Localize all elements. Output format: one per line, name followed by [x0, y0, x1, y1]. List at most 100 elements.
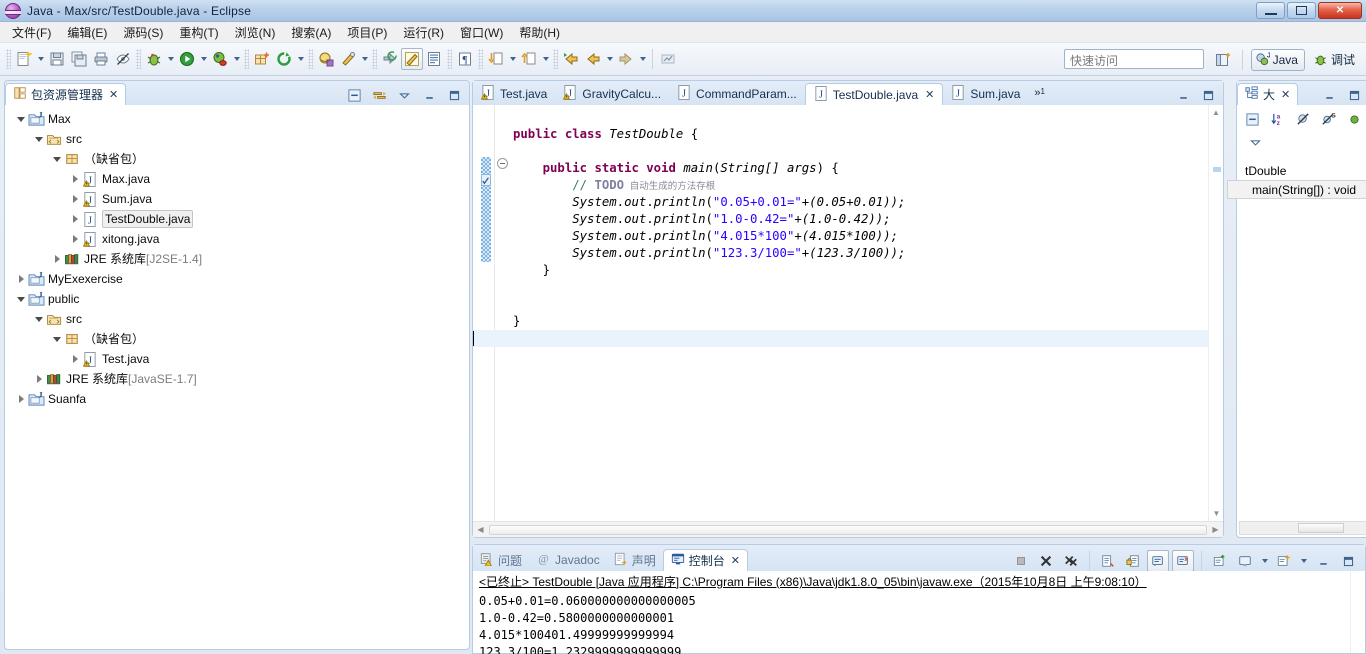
- outline-item-1[interactable]: main(String[]) : void: [1227, 180, 1366, 199]
- launch-description[interactable]: <已终止> TestDouble [Java 应用程序] C:\Program …: [479, 573, 1361, 590]
- collapse-arrow-icon[interactable]: [69, 349, 81, 369]
- back-dropdown-icon[interactable]: [604, 48, 615, 70]
- close-icon[interactable]: ✕: [109, 88, 118, 101]
- save-all-icon[interactable]: [68, 48, 90, 70]
- sort-icon[interactable]: az: [1267, 108, 1288, 130]
- new-java-package-icon[interactable]: [251, 48, 273, 70]
- minimize-icon[interactable]: [1318, 84, 1340, 106]
- tree-item-testdouble.java[interactable]: JTestDouble.java: [5, 209, 469, 229]
- collapse-arrow-icon[interactable]: [15, 389, 27, 409]
- tree-item-src[interactable]: src: [5, 129, 469, 149]
- show-console-on-error-icon[interactable]: x: [1172, 550, 1194, 572]
- java-perspective-toggle-icon[interactable]: [401, 48, 423, 70]
- expand-arrow-icon[interactable]: [15, 109, 27, 129]
- menu-edit[interactable]: 编辑(E): [59, 22, 115, 43]
- collapse-arrow-icon[interactable]: [51, 249, 63, 269]
- menu-project[interactable]: 项目(P): [339, 22, 395, 43]
- tree-item-[interactable]: （缺省包）: [5, 329, 469, 349]
- editor-tab-testdoublejava[interactable]: JTestDouble.java✕: [805, 83, 944, 105]
- run-dropdown-icon[interactable]: [198, 48, 209, 70]
- fold-collapse-icon[interactable]: [497, 158, 508, 169]
- external-tools-dropdown-icon[interactable]: [295, 48, 306, 70]
- print-icon[interactable]: [90, 48, 112, 70]
- annotation-icon[interactable]: [657, 48, 679, 70]
- editor-tab-gravitycalcu[interactable]: JGravityCalcu...: [555, 83, 669, 105]
- source-code[interactable]: public class TestDouble { public static …: [513, 109, 1207, 521]
- next-annotation-icon[interactable]: [379, 48, 401, 70]
- minimize-icon[interactable]: [418, 84, 440, 106]
- menu-navigate[interactable]: 浏览(N): [227, 22, 284, 43]
- tree-item-sum.java[interactable]: JSum.java: [5, 189, 469, 209]
- open-console-icon[interactable]: [1209, 550, 1231, 572]
- console-vertical-scrollbar[interactable]: [1350, 571, 1365, 653]
- debug-icon[interactable]: [143, 48, 165, 70]
- view-menu-icon[interactable]: [393, 84, 415, 106]
- expand-arrow-icon[interactable]: [33, 129, 45, 149]
- next-member-icon[interactable]: [485, 48, 507, 70]
- minimize-icon[interactable]: [1172, 84, 1194, 106]
- editor-tab-commandparam[interactable]: JCommandParam...: [669, 83, 805, 105]
- forward-dropdown-icon[interactable]: [637, 48, 648, 70]
- pin-console-icon[interactable]: [1273, 550, 1295, 572]
- coverage-icon[interactable]: [209, 48, 231, 70]
- link-with-editor-icon[interactable]: [368, 84, 390, 106]
- tree-item-[interactable]: （缺省包）: [5, 149, 469, 169]
- close-button[interactable]: ✕: [1318, 2, 1362, 19]
- expand-arrow-icon[interactable]: [15, 289, 27, 309]
- maximize-icon[interactable]: [1337, 550, 1359, 572]
- tree-item-max.java[interactable]: JMax.java: [5, 169, 469, 189]
- close-icon[interactable]: ✕: [1281, 88, 1290, 101]
- collapse-arrow-icon[interactable]: [69, 189, 81, 209]
- search-dropdown-icon[interactable]: [359, 48, 370, 70]
- view-menu-icon[interactable]: [1244, 131, 1266, 153]
- minimize-icon[interactable]: [1312, 550, 1334, 572]
- scroll-down-icon[interactable]: ▼: [1209, 506, 1223, 521]
- scroll-left-icon[interactable]: ◀: [473, 525, 488, 534]
- pin-console-dropdown-icon[interactable]: [1298, 550, 1309, 572]
- close-icon[interactable]: ✕: [925, 88, 934, 101]
- collapse-arrow-icon[interactable]: [33, 369, 45, 389]
- tree-item-src[interactable]: src: [5, 309, 469, 329]
- tree-item-max[interactable]: JMax: [5, 109, 469, 129]
- previous-member-dropdown-icon[interactable]: [540, 48, 551, 70]
- toggle-mark-occurrences-icon[interactable]: [112, 48, 134, 70]
- scroll-right-icon[interactable]: ▶: [1208, 525, 1223, 534]
- hide-nonpublic-icon[interactable]: [1344, 108, 1365, 130]
- tab-outline[interactable]: 大 ✕: [1237, 83, 1298, 105]
- menu-source[interactable]: 源码(S): [115, 22, 171, 43]
- tree-item-myexexercise[interactable]: JMyExexercise: [5, 269, 469, 289]
- maximize-icon[interactable]: [443, 84, 465, 106]
- console-tab-[interactable]: 问题: [473, 549, 529, 571]
- tree-item-test.java[interactable]: JTest.java: [5, 349, 469, 369]
- back-icon[interactable]: [582, 48, 604, 70]
- tree-item-xitong.java[interactable]: Jxitong.java: [5, 229, 469, 249]
- console-tab-javadoc[interactable]: @Javadoc: [529, 549, 607, 571]
- hide-fields-icon[interactable]: [1293, 108, 1314, 130]
- code-editor[interactable]: public class TestDouble { public static …: [473, 105, 1223, 537]
- collapse-arrow-icon[interactable]: [69, 229, 81, 249]
- menu-run[interactable]: 运行(R): [395, 22, 452, 43]
- close-icon[interactable]: ✕: [731, 554, 740, 567]
- outline-horizontal-scrollbar[interactable]: [1239, 521, 1366, 535]
- terminate-icon[interactable]: [1010, 550, 1032, 572]
- show-console-on-output-icon[interactable]: [1147, 550, 1169, 572]
- search-icon[interactable]: [337, 48, 359, 70]
- tree-item-suanfa[interactable]: JSuanfa: [5, 389, 469, 409]
- scroll-lock-icon[interactable]: [1122, 550, 1144, 572]
- tree-item-jre[interactable]: JRE 系统库 [JavaSE-1.7]: [5, 369, 469, 389]
- forward-icon[interactable]: [615, 48, 637, 70]
- minimize-button[interactable]: [1256, 2, 1285, 19]
- perspective-java-button[interactable]: J Java: [1251, 49, 1305, 71]
- menu-search[interactable]: 搜索(A): [283, 22, 339, 43]
- perspective-debug-button[interactable]: 调试: [1309, 49, 1362, 71]
- save-icon[interactable]: [46, 48, 68, 70]
- previous-edit-icon[interactable]: [560, 48, 582, 70]
- editor-horizontal-scrollbar[interactable]: ◀ ▶: [473, 521, 1223, 537]
- remove-launch-icon[interactable]: [1035, 550, 1057, 572]
- maximize-icon[interactable]: [1197, 84, 1219, 106]
- expand-arrow-icon[interactable]: [51, 149, 63, 169]
- expand-arrow-icon[interactable]: [33, 309, 45, 329]
- new-wizard-dropdown-icon[interactable]: [35, 48, 46, 70]
- collapse-arrow-icon[interactable]: [69, 209, 81, 229]
- clear-console-icon[interactable]: [1097, 550, 1119, 572]
